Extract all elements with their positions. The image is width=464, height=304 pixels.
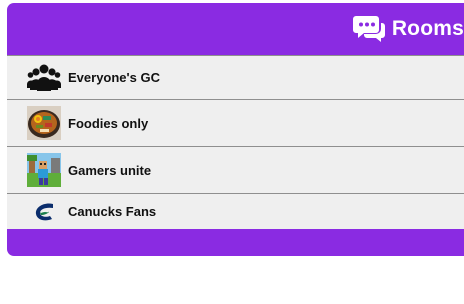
rooms-list: Everyone's GC Foodies only Gamers unite … [7, 55, 464, 229]
room-item-foodies-only[interactable]: Foodies only [7, 99, 464, 146]
room-label: Gamers unite [68, 162, 152, 178]
room-label: Foodies only [68, 115, 149, 131]
rooms-header: Rooms [7, 3, 464, 55]
canucks-logo [35, 203, 53, 220]
room-label: Everyone's GC [68, 70, 160, 85]
group-people-icon [27, 64, 61, 91]
game-scene-image [27, 153, 61, 187]
food-bowl-image [27, 106, 61, 140]
page-title: Rooms [391, 17, 464, 40]
room-item-gamers-unite[interactable]: Gamers unite [7, 146, 464, 193]
room-item-canucks-fans[interactable]: Canucks Fans [7, 193, 464, 229]
chat-bubbles-icon [352, 16, 385, 42]
rooms-panel: Rooms Everyone's GC Foodies only Gamers … [7, 3, 464, 256]
room-item-everyones-gc[interactable]: Everyone's GC [7, 55, 464, 99]
room-label: Canucks Fans [68, 204, 157, 219]
